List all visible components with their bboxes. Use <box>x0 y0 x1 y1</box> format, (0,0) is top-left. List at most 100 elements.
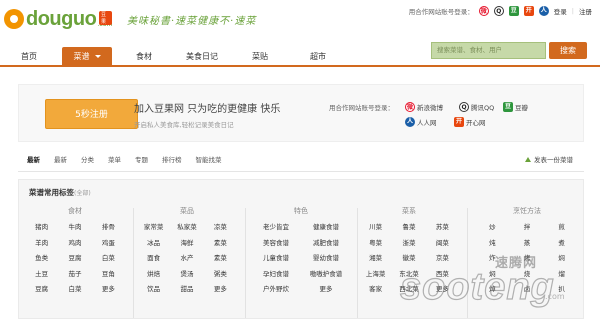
nav-recipes[interactable]: 菜谱 <box>62 47 112 67</box>
coop-weibo[interactable]: 微新浪微博 <box>405 102 443 112</box>
tag-item[interactable]: 冰品 <box>137 237 170 247</box>
tag-item[interactable]: 素菜 <box>204 252 237 262</box>
site-slogan: 美味秘書·速菜健康不·速菜 <box>127 16 257 27</box>
tab-ranking[interactable]: 排行榜 <box>162 154 182 166</box>
register-banner: 5秒注册 加入豆果网 只为吃的更健康 快乐 开启私人美食库,轻松记录美食日记 用… <box>18 84 584 142</box>
tag-item[interactable]: 煎 <box>544 221 579 231</box>
nav-food-diary[interactable]: 美食日记 <box>176 47 228 67</box>
tag-item[interactable]: 煲汤 <box>170 268 203 278</box>
qq-icon: Q <box>459 102 469 112</box>
publish-recipe-label: 发表一份菜谱 <box>534 156 573 164</box>
nav-ingredients[interactable]: 食材 <box>124 47 164 67</box>
tab-topics[interactable]: 专题 <box>135 154 148 166</box>
register-link[interactable]: 注册 <box>579 6 592 16</box>
tag-item[interactable]: 客家 <box>359 283 392 293</box>
tab-smart-search[interactable]: 智能找菜 <box>196 154 222 166</box>
tag-item[interactable]: 湘菜 <box>359 252 392 262</box>
logo-text: douguo <box>26 7 97 30</box>
tag-item[interactable]: 白菜 <box>92 252 125 262</box>
qq-icon[interactable]: Q <box>493 6 504 16</box>
tag-item[interactable]: 素菜 <box>204 237 237 247</box>
tab-category[interactable]: 分类 <box>81 154 94 166</box>
panel-note[interactable]: (全部) <box>74 190 91 197</box>
main-nav: 首页 菜谱 食材 美食日记 菜贴 超市 <box>0 47 600 67</box>
nav-market[interactable]: 超市 <box>298 47 338 67</box>
coop-douban[interactable]: 豆豆瓣 <box>503 102 528 112</box>
login-link[interactable]: 登录 <box>554 6 567 16</box>
tag-item[interactable]: 健康食谱 <box>301 221 351 231</box>
tag-item[interactable]: 羊肉 <box>25 237 58 247</box>
arrow-up-icon <box>525 156 531 162</box>
tag-item[interactable]: 煮 <box>544 237 579 247</box>
tab-latest[interactable]: 最新 <box>54 154 67 166</box>
coop-renren-label: 人人网 <box>417 119 437 127</box>
tag-item[interactable]: 上海菜 <box>359 268 392 278</box>
tag-item[interactable]: 鲁菜 <box>392 221 425 231</box>
tag-item[interactable]: 白菜 <box>58 283 91 293</box>
tab-hottest[interactable]: 最新 <box>27 154 40 166</box>
tag-item[interactable]: 土豆 <box>25 268 58 278</box>
publish-recipe-link[interactable]: 发表一份菜谱 <box>525 154 573 164</box>
tag-item[interactable]: 凉菜 <box>204 221 237 231</box>
coop-kaixin[interactable]: 开开心网 <box>454 117 486 127</box>
tag-item[interactable]: 茄子 <box>58 268 91 278</box>
tag-item[interactable]: 川菜 <box>359 221 392 231</box>
tag-grid: 家常菜 私家菜 凉菜 冰品 海鲜 素菜 面食 水产 素菜 烘焙 煲汤 粥类 饮品… <box>137 221 237 293</box>
tag-item[interactable]: 豆角 <box>92 268 125 278</box>
site-logo[interactable]: douguo .com 豆果 <box>4 7 113 31</box>
tab-menu[interactable]: 菜单 <box>108 154 121 166</box>
tag-item[interactable]: 面食 <box>137 252 170 262</box>
weibo-icon[interactable]: 微 <box>478 6 489 16</box>
coop-qq[interactable]: Q 腾讯QQ <box>459 102 494 112</box>
tag-item[interactable]: 鸡蛋 <box>92 237 125 247</box>
tag-item[interactable]: 炒 <box>475 221 510 231</box>
divider <box>245 208 246 318</box>
tag-item[interactable]: 苏菜 <box>426 221 459 231</box>
tag-item[interactable]: 更多 <box>92 283 125 293</box>
tag-item[interactable]: 水产 <box>170 252 203 262</box>
tag-item[interactable]: 猪肉 <box>25 221 58 231</box>
tag-item[interactable]: 豆腐 <box>25 283 58 293</box>
tag-item[interactable]: 鱼类 <box>25 252 58 262</box>
coop-renren[interactable]: 人人人网 <box>405 117 437 127</box>
register-button[interactable]: 5秒注册 <box>45 99 138 129</box>
tag-item[interactable]: 粤菜 <box>359 237 392 247</box>
tag-item[interactable]: 甜品 <box>170 283 203 293</box>
renren-icon: 人 <box>405 117 415 127</box>
douban-icon[interactable]: 豆 <box>508 6 519 16</box>
tag-item[interactable]: 蒸 <box>510 237 545 247</box>
tag-item[interactable]: 浙菜 <box>392 237 425 247</box>
tag-item[interactable]: 婴幼食谱 <box>301 252 351 262</box>
tag-group-features: 特色 老少皆宜 健康食谱 美容食谱 减肥食谱 儿童食谱 婴幼食谱 孕妇食谱 嗷嗷… <box>251 206 351 293</box>
tag-item[interactable]: 减肥食谱 <box>301 237 351 247</box>
kaixin-icon[interactable]: 开 <box>523 6 534 16</box>
tag-item[interactable]: 私家菜 <box>170 221 203 231</box>
tag-item[interactable]: 家常菜 <box>137 221 170 231</box>
tag-item[interactable]: 海鲜 <box>170 237 203 247</box>
nav-home[interactable]: 首页 <box>8 47 50 67</box>
tag-item[interactable]: 饮品 <box>137 283 170 293</box>
tag-item[interactable]: 排骨 <box>92 221 125 231</box>
tag-item[interactable]: 儿童食谱 <box>251 252 301 262</box>
nav-posts[interactable]: 菜贴 <box>240 47 280 67</box>
tag-item[interactable]: 粥类 <box>204 268 237 278</box>
tag-item[interactable]: 炖 <box>475 237 510 247</box>
tag-group-title: 菜品 <box>180 207 194 215</box>
tag-group-title: 烹饪方法 <box>513 207 541 215</box>
tag-item[interactable]: 豆腐 <box>58 252 91 262</box>
chevron-down-icon <box>94 55 101 58</box>
tag-item[interactable]: 闽菜 <box>426 237 459 247</box>
tag-item[interactable]: 美容食谱 <box>251 237 301 247</box>
coop-login-label: 用合作网站账号登录： <box>408 8 474 16</box>
tag-item[interactable]: 老少皆宜 <box>251 221 301 231</box>
tag-item[interactable]: 嗷嗷护食谱 <box>301 268 351 278</box>
tag-item[interactable]: 孕妇食谱 <box>251 268 301 278</box>
tag-item[interactable]: 更多 <box>204 283 237 293</box>
tag-item[interactable]: 鸡肉 <box>58 237 91 247</box>
tag-item[interactable]: 更多 <box>301 283 351 293</box>
tag-item[interactable]: 烘焙 <box>137 268 170 278</box>
renren-icon[interactable]: 人 <box>538 6 549 16</box>
tag-item[interactable]: 户外野炊 <box>251 283 301 293</box>
tag-item[interactable]: 牛肉 <box>58 221 91 231</box>
tag-item[interactable]: 拌 <box>510 221 545 231</box>
